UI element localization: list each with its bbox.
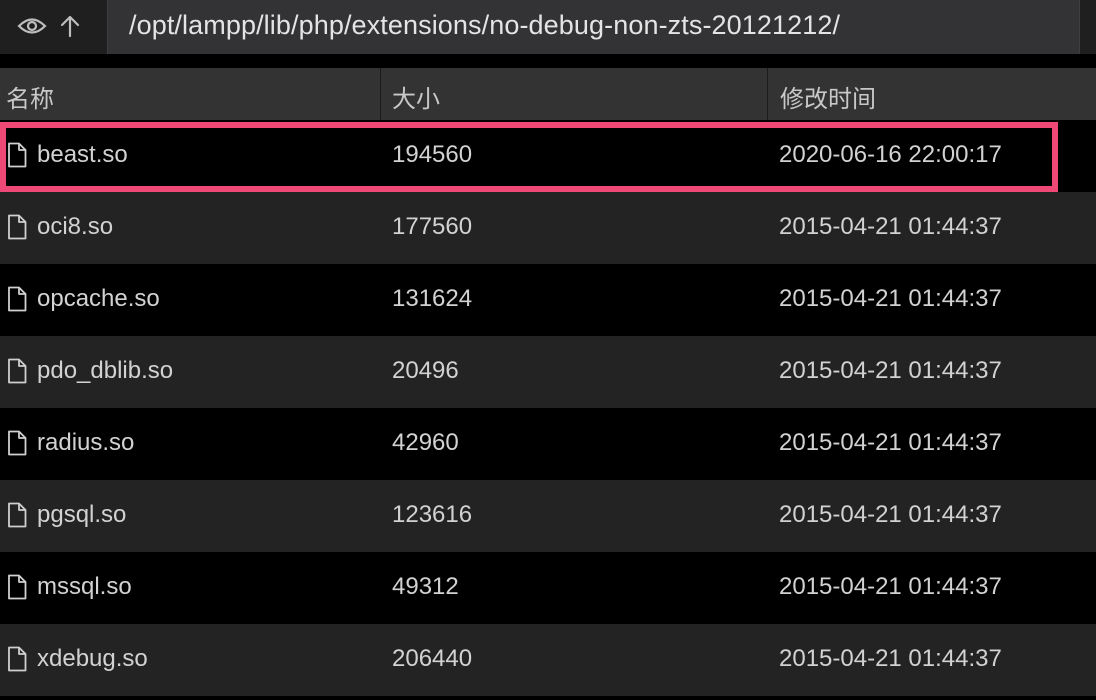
file-name: xdebug.so — [37, 645, 148, 672]
column-header-size[interactable]: 大小 — [381, 68, 768, 120]
path-text: /opt/lampp/lib/php/extensions/no-debug-n… — [129, 10, 841, 40]
file-name: mssql.so — [37, 573, 132, 600]
file-modified: 2015-04-21 01:44:37 — [779, 573, 1002, 600]
file-name: radius.so — [37, 429, 135, 456]
file-size: 49312 — [392, 573, 459, 600]
column-header-modified-label: 修改时间 — [780, 85, 876, 113]
file-modified: 2015-04-21 01:44:37 — [779, 357, 1002, 384]
column-header-size-label: 大小 — [392, 85, 440, 113]
file-modified: 2015-04-21 01:44:37 — [779, 429, 1002, 456]
file-row[interactable]: xdebug.so 206440 2015-04-21 01:44:37 — [0, 624, 1096, 696]
file-modified: 2015-04-21 01:44:37 — [779, 645, 1002, 672]
file-icon — [7, 214, 27, 240]
file-row[interactable]: opcache.so 131624 2015-04-21 01:44:37 — [0, 264, 1096, 336]
file-row[interactable]: pdo_dblib.so 20496 2015-04-21 01:44:37 — [0, 336, 1096, 408]
file-size: 177560 — [392, 213, 473, 240]
toolbar: /opt/lampp/lib/php/extensions/no-debug-n… — [0, 0, 1096, 54]
file-list: beast.so 194560 2020-06-16 22:00:17 oci8.so… — [0, 120, 1096, 696]
file-name: pgsql.so — [37, 501, 127, 528]
column-header-name[interactable]: 名称 — [0, 68, 381, 120]
file-icon — [7, 574, 27, 600]
eye-icon[interactable] — [14, 8, 50, 44]
path-input[interactable]: /opt/lampp/lib/php/extensions/no-debug-n… — [107, 0, 1080, 54]
file-name: pdo_dblib.so — [37, 357, 174, 384]
column-header-name-label: 名称 — [6, 85, 54, 113]
file-row[interactable]: radius.so 42960 2015-04-21 01:44:37 — [0, 408, 1096, 480]
file-row[interactable]: mssql.so 49312 2015-04-21 01:44:37 — [0, 552, 1096, 624]
file-modified: 2015-04-21 01:44:37 — [779, 285, 1002, 312]
file-size: 194560 — [392, 141, 473, 168]
file-icon — [7, 286, 27, 312]
file-name: beast.so — [37, 141, 128, 168]
file-modified: 2020-06-16 22:00:17 — [779, 141, 1002, 168]
arrow-up-icon[interactable] — [52, 8, 88, 44]
file-size: 42960 — [392, 429, 459, 456]
file-size: 206440 — [392, 645, 473, 672]
file-size: 131624 — [392, 285, 473, 312]
file-name: oci8.so — [37, 213, 114, 240]
file-icon — [7, 646, 27, 672]
file-size: 123616 — [392, 501, 473, 528]
column-header-modified[interactable]: 修改时间 — [768, 68, 1096, 120]
file-icon — [7, 502, 27, 528]
column-header: 名称 大小 修改时间 — [0, 68, 1096, 120]
file-icon — [7, 358, 27, 384]
file-icon — [7, 142, 27, 168]
file-icon — [7, 430, 27, 456]
file-size: 20496 — [392, 357, 459, 384]
file-name: opcache.so — [37, 285, 160, 312]
file-row[interactable]: oci8.so 177560 2015-04-21 01:44:37 — [0, 192, 1096, 264]
file-modified: 2015-04-21 01:44:37 — [779, 501, 1002, 528]
file-row[interactable]: beast.so 194560 2020-06-16 22:00:17 — [0, 120, 1096, 192]
file-row[interactable]: pgsql.so 123616 2015-04-21 01:44:37 — [0, 480, 1096, 552]
file-modified: 2015-04-21 01:44:37 — [779, 213, 1002, 240]
